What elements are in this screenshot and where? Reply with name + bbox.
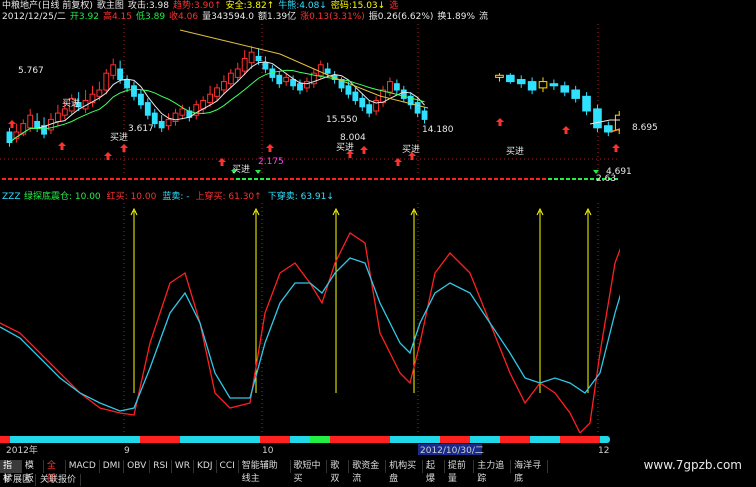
tab-15[interactable]: 起爆 — [422, 460, 445, 484]
bottom-tab-0[interactable]: 扩展区 — [0, 474, 37, 486]
tab-7[interactable]: WR — [171, 460, 195, 473]
bottom-tabs: 扩展区 关联报价 — [0, 474, 82, 486]
watermark: www.7gpzb.com — [643, 458, 742, 472]
tab-5[interactable]: OBV — [124, 460, 151, 473]
chart-annotation-1: 买进 — [62, 99, 81, 109]
tab-12[interactable]: 歌双 — [327, 460, 350, 484]
indicator-value-0: 绿探底震仓: 10.00 — [24, 192, 101, 202]
d-line — [0, 257, 620, 412]
chart-annotation-2: 3.617 — [128, 124, 154, 134]
chart-annotation-11: 买进 — [506, 147, 525, 157]
tab-13[interactable]: 歌资金流 — [349, 460, 387, 484]
chart-annotation-5: 2.175 — [258, 157, 284, 167]
tab-16[interactable]: 提前量 — [444, 460, 475, 484]
timeline-label-4: 12 — [598, 446, 609, 456]
timeline-seg-0 — [0, 436, 10, 443]
indicator-name: ZZZ — [2, 192, 21, 202]
indicator-value-2: 蓝卖: - — [162, 192, 190, 202]
chart-annotation-12: 8.695 — [632, 123, 658, 133]
chart-annotation-3: 买进 — [110, 133, 129, 143]
tab-11[interactable]: 歌短中买 — [290, 460, 328, 484]
tab-3[interactable]: MACD — [65, 460, 100, 473]
tab-17[interactable]: 主力追踪 — [474, 460, 512, 484]
chart-annotation-14: 2.63 — [596, 174, 617, 184]
tab-10[interactable]: 智能辅助线主 — [238, 460, 291, 484]
tab-18[interactable]: 海洋寻底 — [511, 460, 548, 484]
tab-4[interactable]: DMI — [99, 460, 125, 473]
timeline-seg-1 — [140, 436, 180, 443]
timeline-label-2: 10 — [262, 446, 274, 456]
tab-6[interactable]: RSI — [150, 460, 172, 473]
timeline-seg-7 — [560, 436, 600, 443]
tab-9[interactable]: CCI — [216, 460, 239, 473]
chart-annotation-6: 15.550 — [326, 115, 358, 125]
tab-1[interactable]: 模板 — [21, 460, 44, 484]
main-annotations: 5.767 买进 3.617 买进 买进 2.175 15.550 8.004 买进 买进 14.1… — [0, 0, 658, 200]
chart-annotation-0: 5.767 — [18, 66, 44, 76]
tab-0[interactable]: 指标 — [0, 460, 22, 484]
indicator-chart[interactable] — [0, 203, 620, 433]
indicator-tabs: 指标 模板 全部 MACD DMI OBV RSI WR KDJ CCI 智能辅助线主 歌短中买 歌双歌… — [0, 460, 548, 484]
indicator-value-3: 上穿买: 61.30↑ — [195, 192, 262, 202]
chart-annotation-8: 买进 — [336, 143, 355, 153]
chart-annotation-4: 买进 — [232, 165, 251, 175]
timeline-seg-2 — [260, 436, 290, 443]
indicator-value-1: 红买: 10.00 — [106, 192, 157, 202]
tab-2[interactable]: 全部 — [43, 460, 66, 484]
timeline-label-3: 2012/10/30/二 — [420, 446, 484, 456]
indicator-header: ZZZ 绿探底震仓: 10.00 红买: 10.00 蓝卖: - 上穿买: 61.30↑… — [0, 192, 756, 203]
timeline-seg-5 — [440, 436, 470, 443]
tab-14[interactable]: 机构买盘 — [386, 460, 423, 484]
chart-annotation-10: 14.180 — [422, 125, 454, 135]
timeline-bar[interactable]: 2012年 9 10 2012/10/30/二 12 — [0, 436, 620, 456]
timeline-label-0: 2012年 — [6, 444, 38, 456]
timeline-seg-6 — [500, 436, 530, 443]
bottom-tab-1[interactable]: 关联报价 — [36, 474, 82, 486]
chart-annotation-9: 买进 — [402, 145, 421, 155]
timeline-seg-3 — [310, 436, 330, 443]
timeline-label-1: 9 — [124, 446, 130, 456]
tab-8[interactable]: KDJ — [194, 460, 217, 473]
timeline-seg-4 — [330, 436, 390, 443]
indicator-value-4: 下穿卖: 63.91↓ — [267, 192, 334, 202]
